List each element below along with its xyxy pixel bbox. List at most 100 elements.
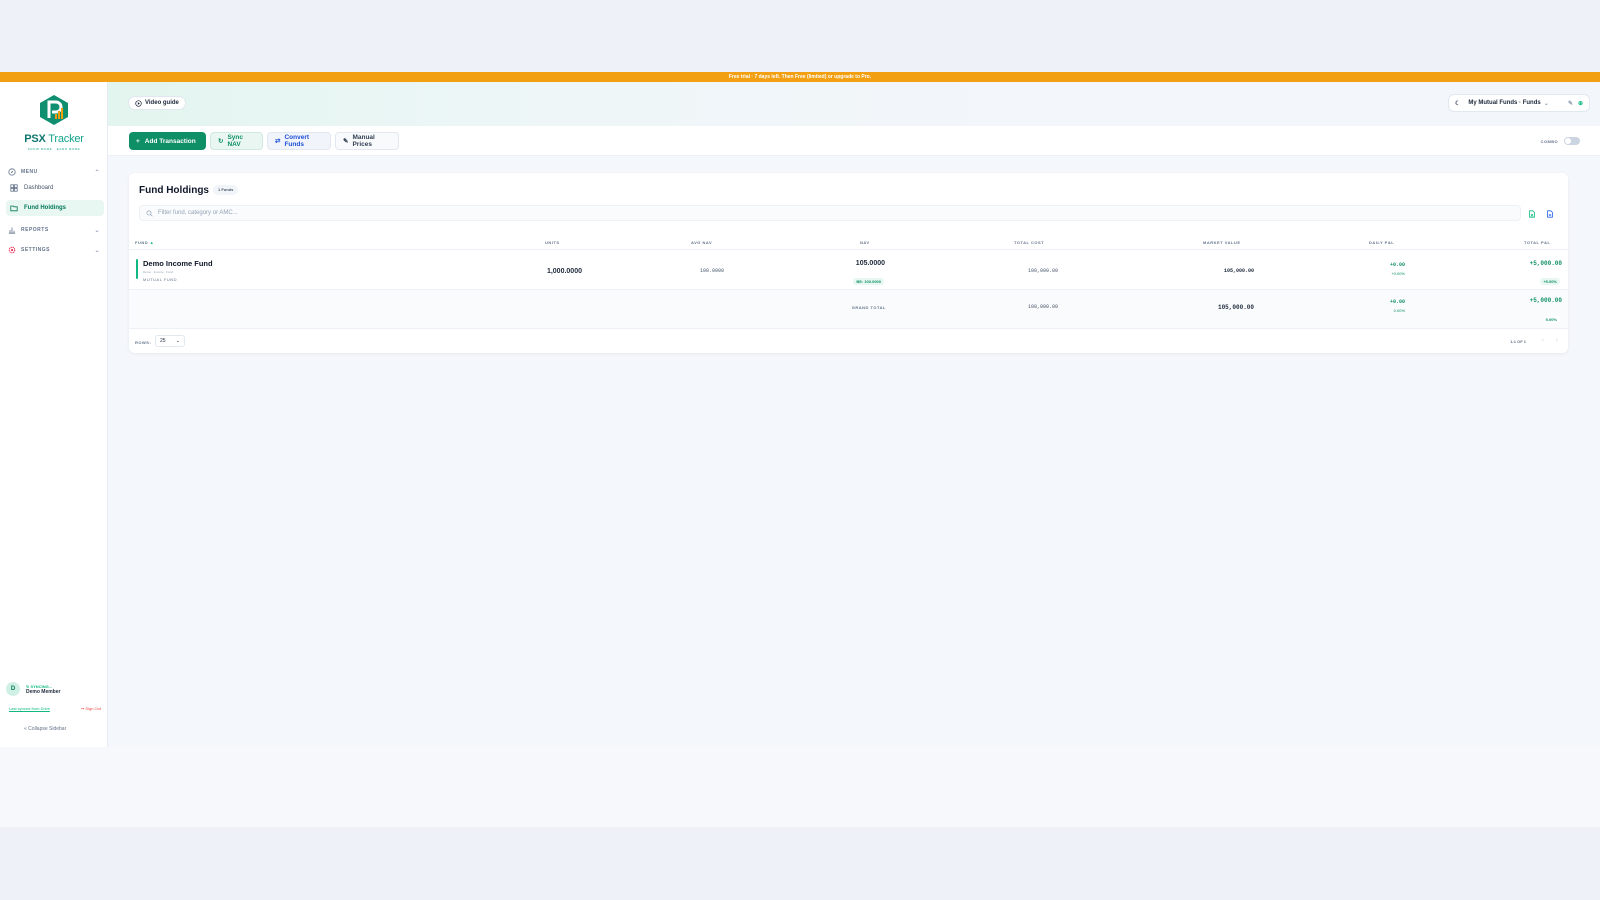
- sign-out-button[interactable]: ↦ Sign Out: [81, 706, 101, 711]
- avatar: D: [6, 682, 20, 696]
- portfolio-selector[interactable]: ☾ My Mutual Funds · Funds ⌄ ✎ ⊕: [1448, 94, 1590, 112]
- search-icon: [146, 209, 153, 217]
- search-input[interactable]: Filter fund, category or AMC...: [139, 205, 1521, 221]
- settings-section-toggle[interactable]: SETTINGS ⌄: [8, 244, 100, 256]
- psx-logo-icon: [40, 95, 68, 125]
- column-header-avg-nav[interactable]: AVG NAV: [691, 240, 712, 245]
- column-header-fund[interactable]: FUND ▲: [135, 240, 154, 245]
- column-header-total-pl[interactable]: TOTAL P&L: [1524, 240, 1551, 245]
- reports-label: REPORTS: [21, 227, 49, 233]
- chevron-down-icon: ⌄: [175, 338, 180, 344]
- total-pl-value: +5,000.00: [1529, 260, 1562, 267]
- menu-label: MENU: [21, 169, 38, 175]
- toolbar: + Add Transaction ↻ Sync NAV ⇄ Convert Fund…: [108, 126, 1600, 156]
- column-header-units[interactable]: UNITS: [545, 240, 560, 245]
- gear-icon: [8, 246, 16, 254]
- add-transaction-button[interactable]: + Add Transaction: [129, 132, 206, 150]
- excel-file-icon: [1529, 210, 1535, 218]
- brand-tagline: KNOW MORE · EARN MORE: [27, 147, 81, 151]
- sync-nav-button[interactable]: ↻ Sync NAV: [210, 132, 263, 150]
- grand-total-label: GRAND TOTAL: [851, 305, 886, 310]
- grand-total-daily-percent: 0.00%: [1393, 308, 1405, 313]
- edit-icon[interactable]: ✎: [1568, 100, 1573, 107]
- page-title: Fund Holdings: [139, 185, 209, 196]
- sidebar: PSX Tracker KNOW MORE · EARN MORE MENU ⌃…: [0, 82, 108, 747]
- fund-count-badge: 1 Funds: [213, 185, 239, 195]
- plus-icon: +: [136, 137, 140, 145]
- column-header-total-cost[interactable]: TOTAL COST: [1014, 240, 1044, 245]
- add-portfolio-icon[interactable]: ⊕: [1578, 100, 1583, 107]
- sidebar-links: Last synced from Drive ↦ Sign Out: [9, 706, 101, 711]
- column-header-nav[interactable]: NAV: [860, 240, 870, 245]
- fund-name[interactable]: Demo Income Fund: [143, 259, 213, 268]
- portfolio-name: My Mutual Funds · Funds: [1468, 100, 1541, 106]
- video-guide-button[interactable]: Video guide: [128, 96, 186, 110]
- bar-chart-icon: [8, 227, 16, 234]
- sidebar-item-label: Dashboard: [24, 185, 54, 191]
- grand-total-market-value: 105,000.00: [1217, 304, 1254, 311]
- grand-total-pl: +5,000.00: [1529, 297, 1562, 304]
- rows-per-page-select[interactable]: 25 ⌄: [155, 335, 185, 347]
- row-accent-bar: [136, 259, 138, 279]
- total-pl-percent-badge: +5.00%: [1540, 270, 1560, 288]
- last-synced-link[interactable]: Last synced from Drive: [9, 706, 50, 711]
- grand-total-percent-badge: 5.00%: [1542, 308, 1560, 326]
- export-pdf-button[interactable]: [1543, 207, 1557, 221]
- manual-prices-button[interactable]: ✎ Manual Prices: [335, 132, 399, 150]
- sidebar-item-dashboard[interactable]: Dashboard: [6, 180, 104, 196]
- sidebar-item-label: Fund Holdings: [24, 205, 66, 211]
- chevron-down-icon: ⌄: [1543, 100, 1549, 107]
- prev-page-icon[interactable]: ‹: [1542, 337, 1544, 344]
- user-profile[interactable]: D ↻ SYNCING... Demo Member: [6, 682, 102, 696]
- trial-banner: Free trial · 7 days left. Then Free (lim…: [0, 72, 1600, 82]
- column-header-daily-pl[interactable]: DAILY P&L: [1369, 240, 1394, 245]
- column-header-market-value[interactable]: MARKET VALUE: [1203, 240, 1240, 245]
- app-shell: PSX Tracker KNOW MORE · EARN MORE MENU ⌃…: [0, 82, 1600, 747]
- settings-label: SETTINGS: [21, 247, 51, 253]
- footer-divider: [129, 328, 1568, 329]
- page-bottom-band: [0, 747, 1600, 827]
- play-circle-icon: [135, 99, 142, 107]
- grand-total-cost: 100,000.00: [1027, 304, 1058, 310]
- moon-icon[interactable]: ☾: [1455, 100, 1460, 107]
- topbar: Video guide ☾ My Mutual Funds · Funds ⌄ …: [108, 82, 1600, 126]
- chevron-down-icon: ⌄: [94, 247, 100, 254]
- chevron-down-icon: ⌄: [94, 227, 100, 234]
- user-name: Demo Member: [26, 688, 61, 695]
- reports-section-toggle[interactable]: REPORTS ⌄: [8, 224, 100, 236]
- combo-toggle[interactable]: COMBO: [1541, 135, 1580, 147]
- combo-label: COMBO: [1540, 138, 1558, 144]
- fund-type: MUTUAL FUND: [143, 277, 178, 282]
- menu-section-toggle[interactable]: MENU ⌃: [8, 166, 100, 178]
- pagination-info: 1-1 OF 1: [1510, 339, 1526, 344]
- main-content: Video guide ☾ My Mutual Funds · Funds ⌄ …: [108, 82, 1600, 747]
- chevron-up-icon: ⌃: [94, 169, 100, 176]
- export-excel-button[interactable]: [1525, 207, 1539, 221]
- compass-icon: [8, 168, 16, 176]
- daily-pl-value: +0.00: [1389, 262, 1405, 268]
- total-cost-value: 100,000.00: [1027, 268, 1058, 274]
- search-placeholder: Filter fund, category or AMC...: [158, 210, 238, 216]
- nav-value: 105.0000: [855, 260, 885, 267]
- breakeven-badge: BE: 100.0000: [853, 270, 884, 288]
- market-value: 105,000.00: [1223, 268, 1254, 274]
- grand-total-daily-pl: +0.00: [1389, 299, 1405, 305]
- brand-name: PSX Tracker: [24, 133, 84, 145]
- header-divider: [129, 249, 1568, 250]
- refresh-icon: ↻: [218, 138, 224, 145]
- grand-total-row: GRAND TOTAL 100,000.00 105,000.00 +0.00 …: [129, 290, 1568, 328]
- collapse-sidebar-button[interactable]: « Collapse Sidebar: [24, 726, 66, 732]
- sort-asc-icon: ▲: [149, 240, 155, 245]
- folder-icon: [10, 205, 18, 212]
- brand-logo[interactable]: PSX Tracker KNOW MORE · EARN MORE: [24, 94, 84, 151]
- rows-per-page-value: 25: [160, 338, 166, 344]
- combo-switch[interactable]: [1564, 137, 1580, 145]
- dashboard-icon: [10, 184, 18, 192]
- units-value: 1,000.0000: [546, 268, 582, 275]
- pencil-icon: ✎: [343, 138, 349, 145]
- sidebar-item-fund-holdings[interactable]: Fund Holdings: [6, 200, 104, 216]
- next-page-icon[interactable]: ›: [1556, 337, 1558, 344]
- convert-funds-button[interactable]: ⇄ Convert Funds: [267, 132, 331, 150]
- avg-nav-value: 100.0000: [699, 268, 724, 274]
- daily-pl-percent: +0.00%: [1391, 271, 1405, 276]
